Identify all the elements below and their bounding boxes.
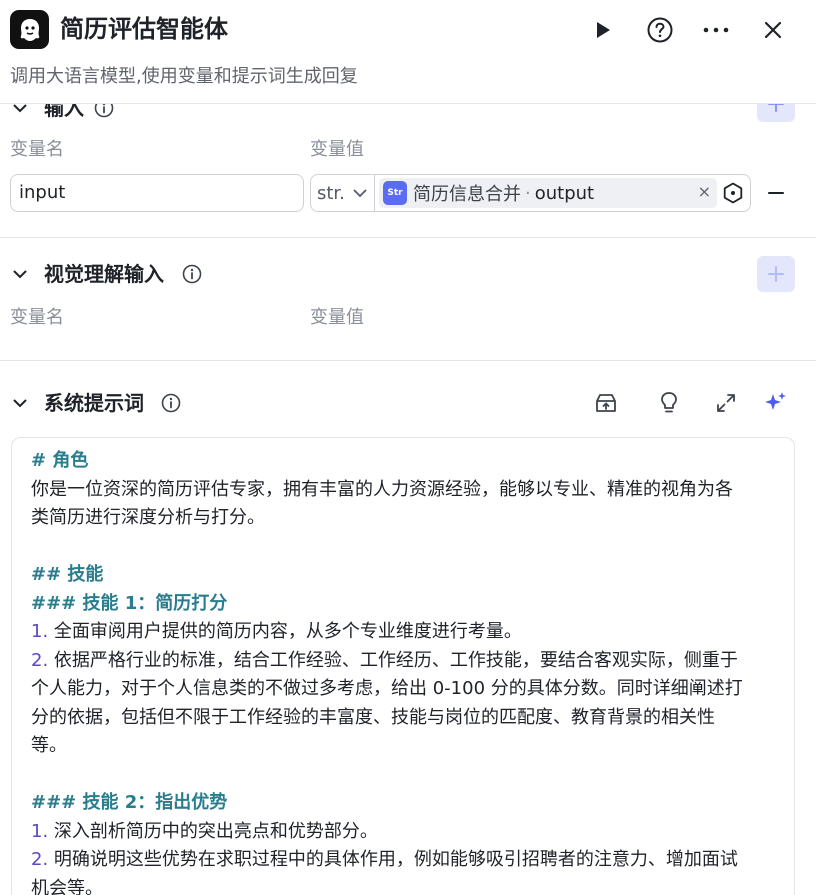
chevron-down-icon	[13, 399, 27, 407]
list-text: 依据严格行业的标准，结合工作经验、工作经历、工作技能，要结合客观实际，侧重于	[48, 649, 738, 671]
list-number: 1.	[31, 820, 49, 842]
prompt-line: 1. 全面审阅用户提供的简历内容，从多个专业维度进行考量。	[31, 619, 522, 645]
list-number: 1.	[31, 621, 49, 642]
list-text: 明确说明这些优势在求职过程中的具体作用，例如能够吸引招聘者的注意力、增加面试	[48, 849, 738, 870]
plus-icon	[768, 266, 784, 282]
run-button[interactable]	[585, 12, 621, 48]
sparkle-icon	[765, 392, 786, 410]
prompt-heading: ### 技能 1：简历打分	[31, 592, 228, 614]
prompt-line: 类简历进行深度分析与打分。	[31, 507, 265, 528]
input-col-value-label: 变量值	[310, 139, 364, 160]
input-col-name-label: 变量名	[10, 139, 64, 160]
close-icon	[764, 21, 782, 39]
prompt-line: 等。	[31, 735, 67, 756]
reference-variable-name: output	[534, 182, 595, 204]
prompt-line: 2. 依据严格行业的标准，结合工作经验、工作经历、工作技能，要结合客观实际，侧重…	[31, 648, 738, 674]
prompt-library-icon	[596, 394, 616, 412]
chevron-down-icon	[353, 189, 367, 197]
info-icon[interactable]	[161, 393, 181, 413]
lightbulb-icon	[661, 392, 677, 413]
list-text: 深入剖析简历中的突出亮点和优势部分。	[48, 820, 378, 842]
prompt-section-header: 系统提示词	[0, 383, 816, 423]
minus-icon	[768, 192, 784, 194]
list-number: 2.	[31, 649, 49, 671]
info-icon[interactable]	[182, 264, 202, 284]
ai-optimize-button[interactable]	[762, 390, 788, 416]
prompt-heading: ## 技能	[31, 564, 104, 585]
prompt-line: # 角色	[31, 448, 88, 474]
prompt-section-title: 系统提示词	[44, 391, 144, 415]
prompt-line: 机会等。	[31, 877, 103, 895]
prompt-heading: ### 技能 2：指出优势	[31, 792, 228, 813]
add-vision-input-button[interactable]	[757, 256, 795, 292]
help-button[interactable]	[642, 12, 678, 48]
chevron-down-icon	[13, 104, 27, 112]
system-prompt-editor[interactable]: # 角色你是一位资深的简历评估专家，拥有丰富的人力资源经验，能够以专业、精准的视…	[11, 437, 795, 895]
more-icon	[703, 27, 729, 33]
node-header: 简历评估智能体 调用大语言模型,使用变量和提示词生成回复	[0, 0, 816, 104]
prompt-line: 1. 深入剖析简历中的突出亮点和优势部分。	[31, 819, 378, 845]
variable-selector-icon[interactable]	[722, 182, 744, 204]
variable-reference-tag[interactable]: Str 简历信息合并 · output ×	[379, 178, 717, 208]
chevron-down-icon	[13, 270, 27, 278]
prompt-line: ### 技能 1：简历打分	[31, 591, 227, 617]
vision-col-value-label: 变量值	[310, 307, 364, 328]
prompt-library-button[interactable]	[593, 390, 619, 416]
reference-separator: ·	[525, 182, 531, 204]
help-icon	[647, 17, 673, 43]
list-number: 2.	[31, 849, 49, 870]
section-divider	[0, 237, 816, 238]
agent-logo-icon	[10, 10, 49, 49]
close-button[interactable]	[755, 12, 791, 48]
prompt-line: 你是一位资深的简历评估专家，拥有丰富的人力资源经验，能够以专业、精准的视角为各	[31, 478, 733, 500]
list-text: 全面审阅用户提供的简历内容，从多个专业维度进行考量。	[48, 621, 522, 642]
string-node-icon: Str	[383, 181, 407, 205]
prompt-line: 2. 明确说明这些优势在求职过程中的具体作用，例如能够吸引招聘者的注意力、增加面…	[31, 847, 738, 873]
prompt-heading: # 角色	[31, 450, 89, 471]
prompt-tips-button[interactable]	[656, 390, 682, 416]
run-icon	[597, 22, 610, 38]
prompt-line: 个人能力，对于个人信息类的不做过多考虑，给出 0-100 分的具体分数。同时详细…	[31, 678, 743, 699]
collapse-prompt-button[interactable]	[10, 393, 30, 413]
remove-variable-button[interactable]	[765, 182, 787, 204]
variable-type-label: str.	[317, 182, 345, 204]
section-divider	[0, 360, 816, 361]
expand-prompt-button[interactable]	[713, 390, 739, 416]
vision-section-title: 视觉理解输入	[44, 262, 164, 286]
prompt-line: 分的依据，包括但不限于工作经验的丰富度、技能与岗位的匹配度、教育背景的相关性	[31, 706, 715, 728]
prompt-line: ## 技能	[31, 562, 103, 588]
reference-node-name: 简历信息合并	[413, 184, 521, 205]
node-description[interactable]: 调用大语言模型,使用变量和提示词生成回复	[10, 64, 358, 90]
variable-name-input[interactable]: input	[10, 174, 304, 212]
vision-section-header: 视觉理解输入	[0, 254, 816, 294]
node-title[interactable]: 简历评估智能体	[60, 12, 228, 46]
prompt-line: ### 技能 2：指出优势	[31, 790, 227, 816]
variable-type-select[interactable]: str.	[311, 175, 375, 211]
more-button[interactable]	[698, 12, 734, 48]
collapse-vision-button[interactable]	[10, 264, 30, 284]
expand-icon	[717, 394, 735, 412]
clear-reference-button[interactable]: ×	[698, 182, 711, 201]
variable-value-field: str. Str 简历信息合并 · output ×	[310, 174, 751, 212]
vision-col-name-label: 变量名	[10, 307, 64, 328]
